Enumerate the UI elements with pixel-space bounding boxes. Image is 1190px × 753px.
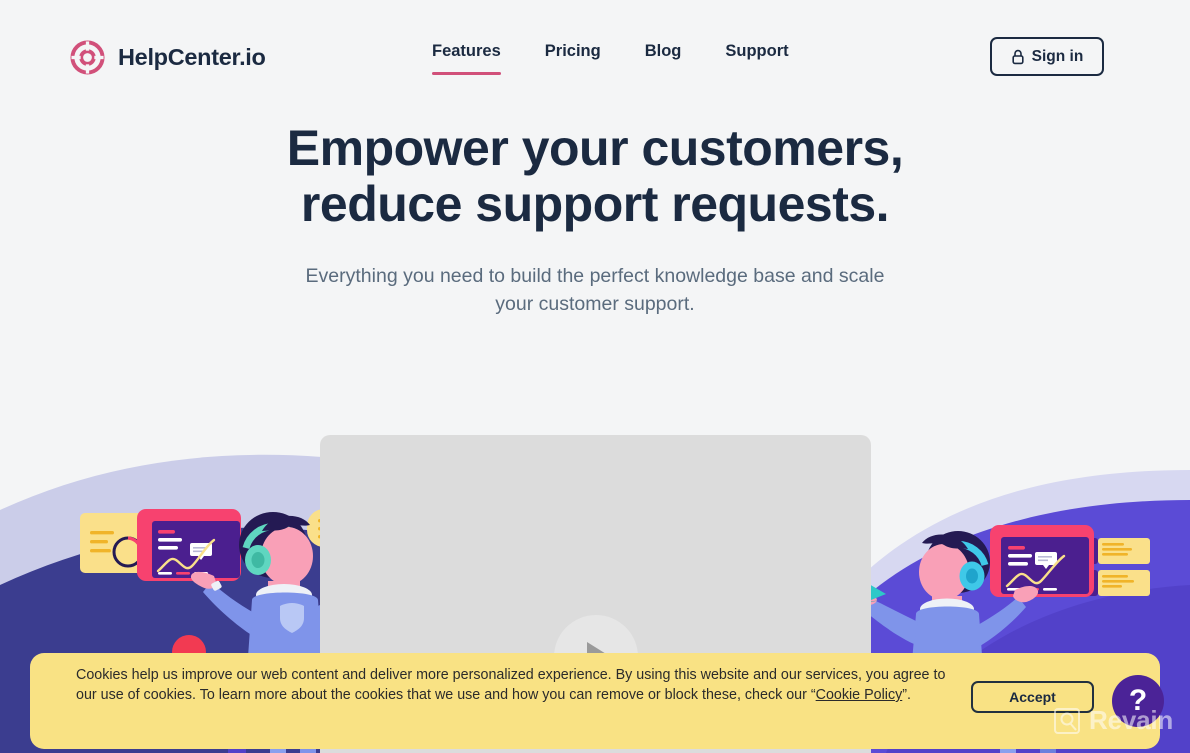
cookie-consent-banner: Cookies help us improve our web content … [30,653,1160,749]
hero-section: Empower your customers, reduce support r… [0,120,1190,318]
nav-item-blog[interactable]: Blog [645,42,682,75]
nav-item-support[interactable]: Support [725,42,788,75]
brand-name: HelpCenter.io [118,44,266,70]
sign-in-label: Sign in [1031,47,1084,65]
cookie-banner-text: Cookies help us improve our web content … [76,665,956,705]
nav-item-features[interactable]: Features [432,42,501,75]
brand-logo[interactable]: HelpCenter.io [70,40,266,75]
page-root: HelpCenter.io Features Pricing Blog Supp… [0,0,1190,753]
nav-item-pricing[interactable]: Pricing [545,42,601,75]
question-mark-icon: ? [1128,684,1148,717]
site-header: HelpCenter.io Features Pricing Blog Supp… [0,0,1190,112]
help-widget-button[interactable]: ? [1112,675,1164,727]
cookie-text-part2: ”. [902,687,911,703]
cookie-policy-link[interactable]: Cookie Policy [816,687,903,703]
page-title: Empower your customers, reduce support r… [286,120,904,232]
hero-subtitle: Everything you need to build the perfect… [305,265,885,315]
lifebuoy-icon [70,40,105,75]
main-navigation: Features Pricing Blog Support [432,42,789,75]
accept-label: Accept [1009,689,1056,705]
lock-icon [1012,49,1024,64]
accept-cookies-button[interactable]: Accept [971,681,1094,713]
sign-in-button[interactable]: Sign in [990,37,1104,76]
